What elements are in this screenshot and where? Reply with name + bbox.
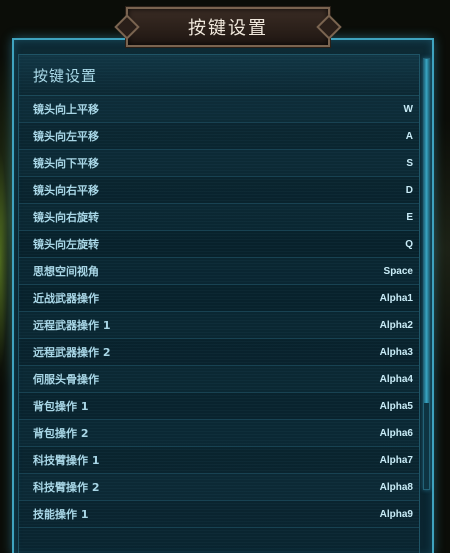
key-button[interactable]: Alpha9: [380, 509, 413, 520]
keybinding-row[interactable]: 科技臂操作 1 Alpha7: [19, 447, 419, 474]
action-label: 技能操作 1: [33, 508, 89, 521]
keybinding-row[interactable]: 镜头向左平移 A: [19, 123, 419, 150]
key-button[interactable]: Alpha2: [380, 320, 413, 331]
key-button[interactable]: D: [406, 185, 413, 196]
keybinding-row[interactable]: 镜头向下平移 S: [19, 150, 419, 177]
action-label: 镜头向右旋转: [33, 211, 99, 224]
keybinding-row[interactable]: 镜头向右平移 D: [19, 177, 419, 204]
action-label: 背包操作 2: [33, 427, 89, 440]
key-button[interactable]: Alpha3: [380, 347, 413, 358]
key-button[interactable]: Space: [384, 266, 413, 277]
key-button[interactable]: Alpha6: [380, 428, 413, 439]
action-label: 镜头向左平移: [33, 130, 99, 143]
action-label: 背包操作 1: [33, 400, 89, 413]
action-label: 镜头向左旋转: [33, 238, 99, 251]
action-label: 镜头向上平移: [33, 103, 99, 116]
action-label: 科技臂操作 1: [33, 454, 100, 467]
keybinding-row[interactable]: 伺服头骨操作 Alpha4: [19, 366, 419, 393]
window-title: 按键设置: [188, 18, 268, 39]
key-button[interactable]: W: [404, 104, 413, 115]
keybinding-row[interactable]: 近战武器操作 Alpha1: [19, 285, 419, 312]
background-glow: [0, 150, 8, 370]
key-button[interactable]: Alpha1: [380, 293, 413, 304]
scrollbar[interactable]: [423, 58, 430, 490]
keybinding-row[interactable]: 技能操作 1 Alpha9: [19, 501, 419, 528]
key-button[interactable]: Q: [405, 239, 413, 250]
window-title-plate: 按键设置: [126, 7, 330, 47]
scrollbar-thumb[interactable]: [424, 59, 429, 403]
action-label: 伺服头骨操作: [33, 373, 99, 386]
key-button[interactable]: A: [406, 131, 413, 142]
keybinding-row[interactable]: 背包操作 1 Alpha5: [19, 393, 419, 420]
action-label: 镜头向右平移: [33, 184, 99, 197]
keybinding-row[interactable]: 背包操作 2 Alpha6: [19, 420, 419, 447]
key-button[interactable]: E: [406, 212, 413, 223]
action-label: 镜头向下平移: [33, 157, 99, 170]
keybinding-row[interactable]: 镜头向左旋转 Q: [19, 231, 419, 258]
action-label: 远程武器操作 2: [33, 346, 111, 359]
keybinding-row[interactable]: 远程武器操作 1 Alpha2: [19, 312, 419, 339]
key-button[interactable]: Alpha4: [380, 374, 413, 385]
keybinding-row[interactable]: 镜头向上平移 W: [19, 96, 419, 123]
keybinding-row[interactable]: 思想空间视角 Space: [19, 258, 419, 285]
key-button[interactable]: Alpha5: [380, 401, 413, 412]
keybinding-row[interactable]: 镜头向右旋转 E: [19, 204, 419, 231]
key-button[interactable]: Alpha7: [380, 455, 413, 466]
keybinding-list: 镜头向上平移 W 镜头向左平移 A 镜头向下平移 S 镜头向右平移 D 镜头向右…: [19, 96, 419, 528]
key-button[interactable]: S: [406, 158, 413, 169]
keybinding-row[interactable]: 远程武器操作 2 Alpha3: [19, 339, 419, 366]
keybinding-panel: 按键设置 镜头向上平移 W 镜头向左平移 A 镜头向下平移 S 镜头向右平移 D…: [12, 38, 434, 553]
action-label: 科技臂操作 2: [33, 481, 100, 494]
action-label: 思想空间视角: [33, 265, 99, 278]
action-label: 远程武器操作 1: [33, 319, 111, 332]
key-button[interactable]: Alpha8: [380, 482, 413, 493]
action-label: 近战武器操作: [33, 292, 99, 305]
keybinding-row[interactable]: 科技臂操作 2 Alpha8: [19, 474, 419, 501]
section-title: 按键设置: [19, 55, 419, 96]
keybinding-list-container: 按键设置 镜头向上平移 W 镜头向左平移 A 镜头向下平移 S 镜头向右平移 D…: [18, 54, 420, 553]
